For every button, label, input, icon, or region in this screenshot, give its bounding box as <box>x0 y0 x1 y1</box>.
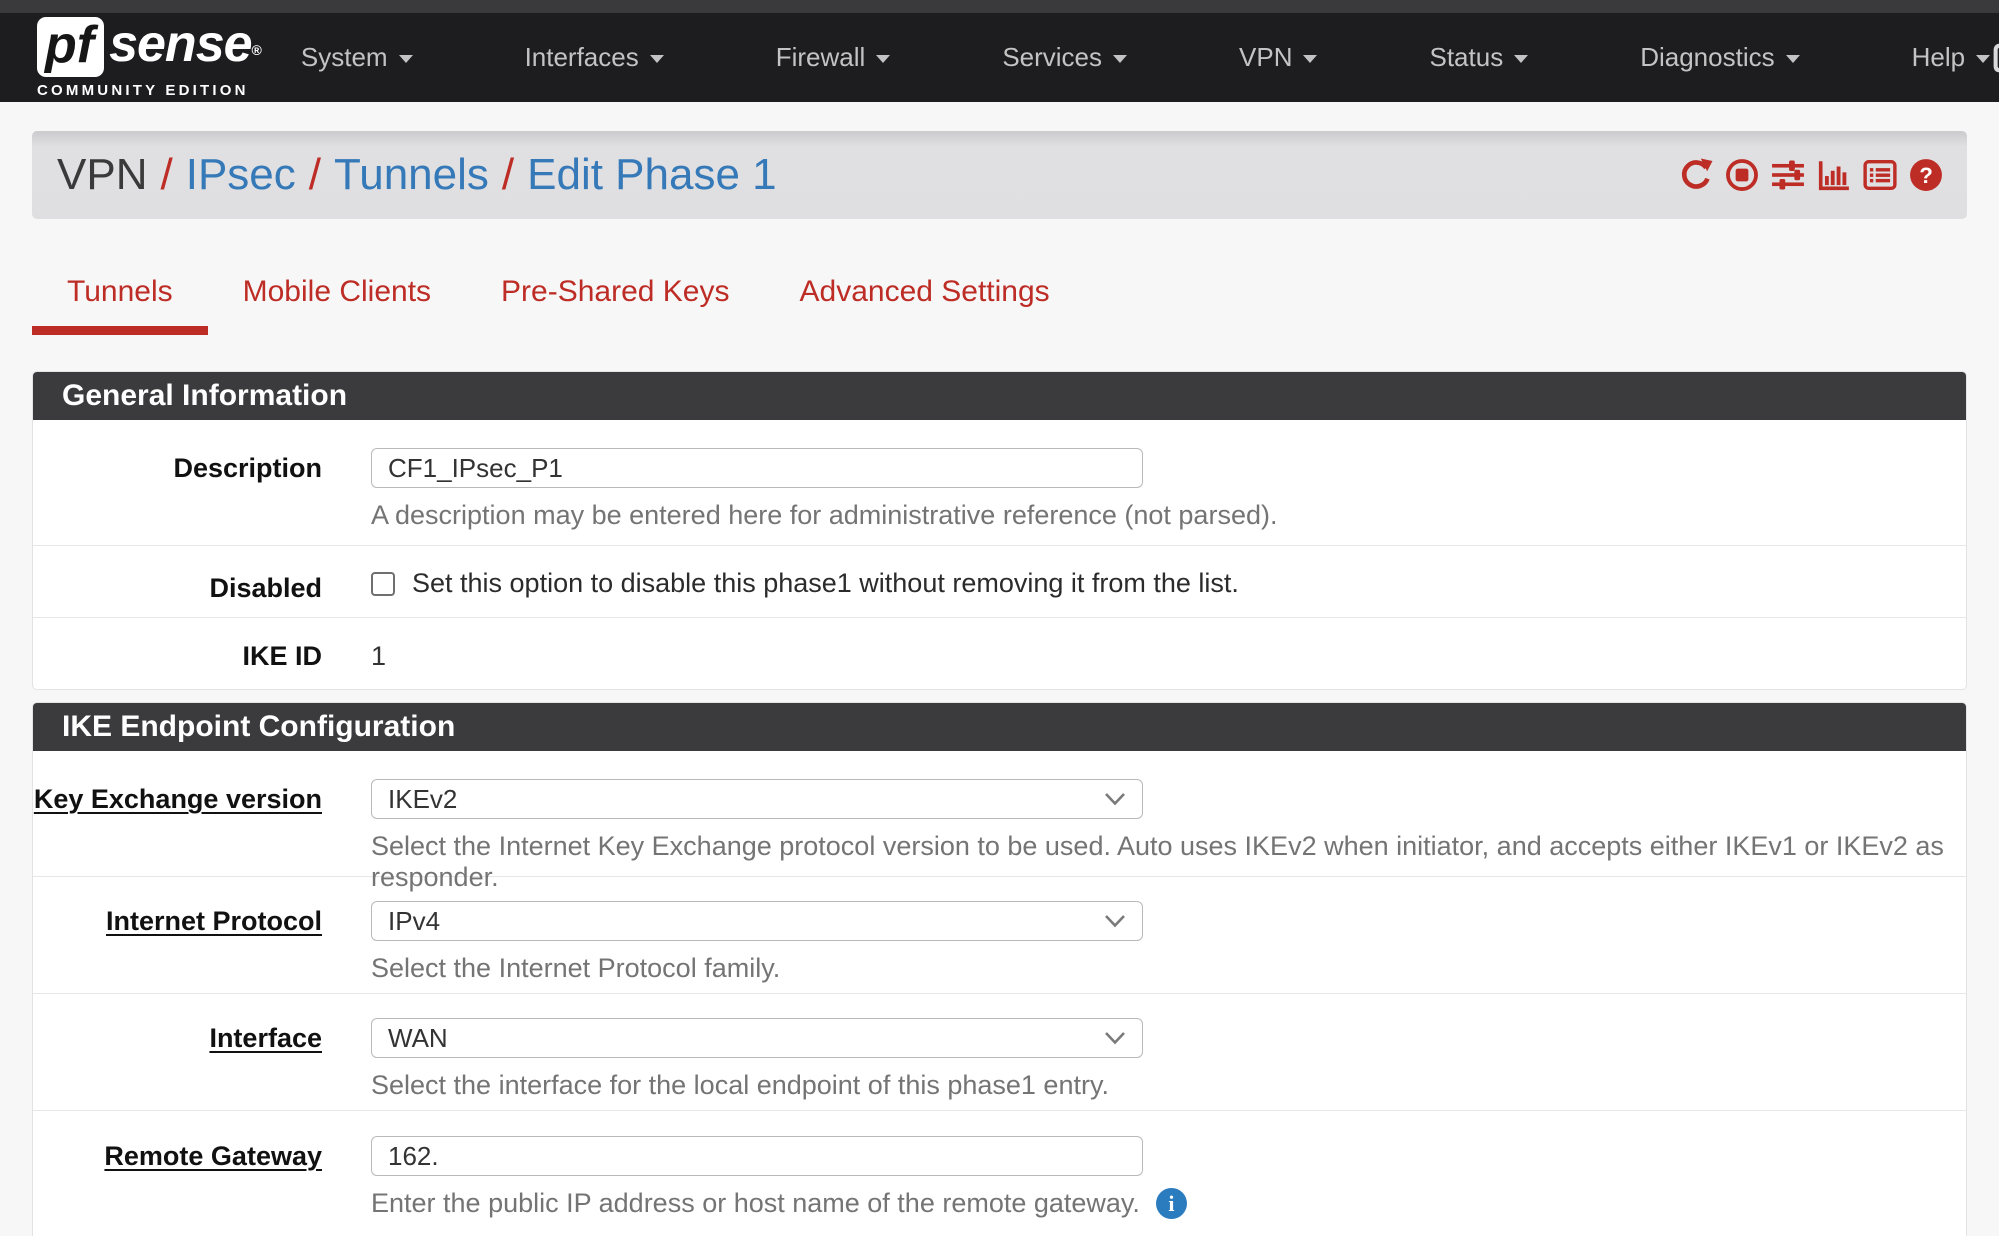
ike-id-row: IKE ID 1 <box>33 617 1966 689</box>
caret-down-icon <box>876 55 890 63</box>
description-row: Description A description may be entered… <box>33 420 1966 545</box>
sliders-icon[interactable] <box>1771 158 1805 192</box>
page-content: VPN / IPsec / Tunnels / Edit Phase 1 <box>0 131 1999 1236</box>
navbar-top-strip <box>0 0 1999 13</box>
description-input[interactable] <box>371 448 1143 488</box>
interface-row: Interface WAN Select the interface for t… <box>33 993 1966 1110</box>
key-exchange-version-row: Key Exchange version IKEv2 Select the In… <box>33 751 1966 876</box>
caret-down-icon <box>1786 55 1800 63</box>
tab-tunnels[interactable]: Tunnels <box>32 261 208 335</box>
general-information-header: General Information <box>33 372 1966 420</box>
menu-help[interactable]: Help <box>1912 42 1990 73</box>
remote-gateway-control: Enter the public IP address or host name… <box>338 1136 1966 1236</box>
breadcrumb-separator: / <box>489 150 527 200</box>
key-exchange-version-control: IKEv2 Select the Internet Key Exchange p… <box>338 779 1966 876</box>
breadcrumb-vpn: VPN <box>57 150 147 200</box>
list-icon[interactable] <box>1863 158 1897 192</box>
info-icon[interactable]: i <box>1156 1188 1187 1219</box>
description-control: A description may be entered here for ad… <box>338 448 1966 545</box>
internet-protocol-label: Internet Protocol <box>33 901 338 993</box>
remote-gateway-input[interactable] <box>371 1136 1143 1176</box>
caret-down-icon <box>1113 55 1127 63</box>
tab-mobile-clients[interactable]: Mobile Clients <box>208 261 466 335</box>
ike-id-value: 1 <box>371 640 1966 670</box>
remote-gateway-label: Remote Gateway <box>33 1136 338 1236</box>
svg-text:?: ? <box>1919 163 1933 188</box>
remote-gateway-row: Remote Gateway Enter the public IP addre… <box>33 1110 1966 1236</box>
caret-down-icon <box>399 55 413 63</box>
disabled-row: Disabled Set this option to disable this… <box>33 545 1966 617</box>
caret-down-icon <box>650 55 664 63</box>
remote-gateway-help: Enter the public IP address or host name… <box>371 1188 1966 1219</box>
sign-out-icon[interactable] <box>1990 40 1999 76</box>
key-exchange-version-label: Key Exchange version <box>33 779 338 876</box>
navbar-main: pf sense® COMMUNITY EDITION System Inter… <box>0 13 1999 102</box>
interface-control: WAN Select the interface for the local e… <box>338 1018 1966 1110</box>
key-exchange-version-help: Select the Internet Key Exchange protoco… <box>371 831 1966 893</box>
menu-interfaces[interactable]: Interfaces <box>525 42 664 73</box>
navbar-menu: System Interfaces Firewall Services VPN … <box>301 42 1990 73</box>
breadcrumb-separator: / <box>296 150 334 200</box>
menu-firewall[interactable]: Firewall <box>776 42 891 73</box>
caret-down-icon <box>1514 55 1528 63</box>
chevron-down-icon <box>1104 914 1126 928</box>
description-label: Description <box>33 448 338 545</box>
internet-protocol-help: Select the Internet Protocol family. <box>371 953 1966 984</box>
key-exchange-version-selected-value: IKEv2 <box>388 784 457 815</box>
interface-select[interactable]: WAN <box>371 1018 1143 1058</box>
menu-diagnostics[interactable]: Diagnostics <box>1640 42 1799 73</box>
breadcrumb: VPN / IPsec / Tunnels / Edit Phase 1 <box>57 150 777 200</box>
stop-circle-icon[interactable] <box>1725 158 1759 192</box>
breadcrumb-action-icons: ? <box>1679 158 1943 192</box>
ipsec-tabs: Tunnels Mobile Clients Pre-Shared Keys A… <box>32 261 1967 335</box>
question-circle-icon[interactable]: ? <box>1909 158 1943 192</box>
caret-down-icon <box>1976 55 1990 63</box>
menu-services[interactable]: Services <box>1002 42 1127 73</box>
tab-advanced-settings[interactable]: Advanced Settings <box>765 261 1085 335</box>
pfsense-logo[interactable]: pf sense® COMMUNITY EDITION <box>37 16 261 99</box>
disabled-control: Set this option to disable this phase1 w… <box>338 568 1966 617</box>
pfsense-logo-row: pf sense® <box>37 16 261 78</box>
tab-pre-shared-keys[interactable]: Pre-Shared Keys <box>466 261 764 335</box>
breadcrumb-separator: / <box>147 150 185 200</box>
ike-id-control: 1 <box>338 640 1966 689</box>
disabled-checkbox[interactable] <box>371 572 395 596</box>
ike-endpoint-configuration-header: IKE Endpoint Configuration <box>33 703 1966 751</box>
internet-protocol-selected-value: IPv4 <box>388 906 440 937</box>
chart-bar-icon[interactable] <box>1817 158 1851 192</box>
registered-mark: ® <box>252 42 261 58</box>
internet-protocol-select[interactable]: IPv4 <box>371 901 1143 941</box>
ike-id-label: IKE ID <box>33 640 338 689</box>
pfsense-logo-pf: pf <box>37 17 104 77</box>
internet-protocol-row: Internet Protocol IPv4 Select the Intern… <box>33 876 1966 993</box>
disabled-label: Disabled <box>33 568 338 617</box>
breadcrumb-link-tunnels[interactable]: Tunnels <box>334 150 489 200</box>
caret-down-icon <box>1303 55 1317 63</box>
key-exchange-version-select[interactable]: IKEv2 <box>371 779 1143 819</box>
community-edition-label: COMMUNITY EDITION <box>37 82 261 99</box>
disabled-checkbox-text: Set this option to disable this phase1 w… <box>412 568 1239 599</box>
chevron-down-icon <box>1104 792 1126 806</box>
top-navbar: pf sense® COMMUNITY EDITION System Inter… <box>0 0 1999 102</box>
ike-endpoint-configuration-panel: IKE Endpoint Configuration Key Exchange … <box>32 702 1967 1236</box>
menu-system[interactable]: System <box>301 42 413 73</box>
breadcrumb-bar: VPN / IPsec / Tunnels / Edit Phase 1 <box>32 131 1967 219</box>
general-information-panel: General Information Description A descri… <box>32 371 1967 690</box>
interface-label: Interface <box>33 1018 338 1110</box>
pfsense-logo-sense: sense® <box>109 16 261 78</box>
description-help: A description may be entered here for ad… <box>371 500 1966 531</box>
interface-selected-value: WAN <box>388 1023 448 1054</box>
internet-protocol-control: IPv4 Select the Internet Protocol family… <box>338 901 1966 993</box>
breadcrumb-link-ipsec[interactable]: IPsec <box>186 150 296 200</box>
chevron-down-icon <box>1104 1031 1126 1045</box>
menu-vpn[interactable]: VPN <box>1239 42 1317 73</box>
refresh-icon[interactable] <box>1679 158 1713 192</box>
breadcrumb-current-edit-phase-1: Edit Phase 1 <box>527 150 777 200</box>
menu-status[interactable]: Status <box>1429 42 1528 73</box>
interface-help: Select the interface for the local endpo… <box>371 1070 1966 1101</box>
